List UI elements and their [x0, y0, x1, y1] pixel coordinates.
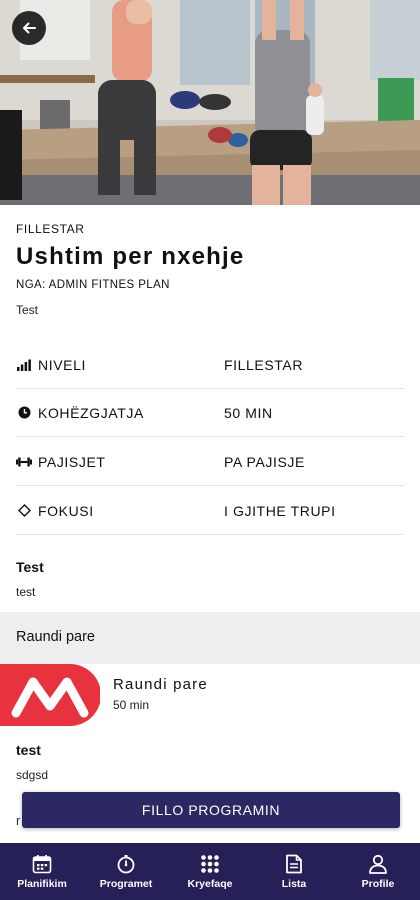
stopwatch-icon — [115, 853, 137, 875]
arrow-left-icon — [23, 22, 36, 34]
tab-planifikim[interactable]: Planifikim — [0, 843, 84, 900]
page-title: Ushtim per nxehje — [16, 243, 245, 270]
extra-section-text: sdgsd — [16, 768, 49, 782]
extra-section-title: test — [16, 742, 41, 758]
detail-row-equipment: PAJISJET PA PAJISJE — [16, 438, 404, 486]
tab-label: Profile — [361, 878, 395, 890]
notes-title: Test — [16, 559, 44, 575]
diamond-icon — [16, 504, 32, 518]
document-icon — [283, 853, 305, 875]
round-card[interactable]: Raundi pare 50 min — [0, 664, 420, 726]
user-icon — [367, 853, 389, 875]
detail-row-duration: KOHËZGJATJA 50 MIN — [16, 389, 404, 437]
author-label: NGA: ADMIN FITNES PLAN — [16, 279, 170, 291]
tab-profile[interactable]: Profile — [336, 843, 420, 900]
workout-description: Test — [16, 303, 39, 317]
next-section-peek: r — [16, 813, 21, 828]
detail-label: FOKUSI — [38, 502, 94, 519]
notes-text: test — [16, 585, 36, 599]
detail-value: PA PAJISJE — [224, 453, 305, 470]
level-tag: FILLESTAR — [16, 222, 85, 236]
grid-icon — [199, 853, 221, 875]
tab-label: Programet — [99, 878, 153, 890]
detail-label: NIVELI — [38, 356, 86, 373]
bottom-tab-bar: Planifikim Programet Kryefaqe Lista Prof… — [0, 843, 420, 900]
detail-value: 50 MIN — [224, 404, 273, 421]
tab-lista[interactable]: Lista — [252, 843, 336, 900]
round-section-title: Raundi pare — [16, 629, 95, 645]
gym-photo-illustration — [0, 0, 420, 205]
detail-row-level: NIVELI FILLESTAR — [16, 341, 404, 389]
calendar-icon — [31, 853, 53, 875]
back-button[interactable] — [12, 11, 46, 45]
round-logo-icon — [0, 664, 100, 726]
detail-row-focus: FOKUSI I GJITHE TRUPI — [16, 487, 404, 535]
signal-bars-icon — [16, 358, 32, 372]
clock-icon — [16, 406, 32, 420]
detail-label: PAJISJET — [38, 453, 106, 470]
start-program-button[interactable]: FILLO PROGRAMIN — [22, 792, 400, 828]
round-section-header: Raundi pare — [0, 612, 420, 664]
hero-image — [0, 0, 420, 205]
dumbbell-icon — [16, 455, 32, 469]
detail-value: FILLESTAR — [224, 356, 304, 373]
tab-programet[interactable]: Programet — [84, 843, 168, 900]
tab-label: Lista — [281, 878, 307, 890]
round-name: Raundi pare — [113, 676, 208, 693]
detail-value: I GJITHE TRUPI — [224, 502, 336, 519]
tab-label: Planifikim — [17, 878, 67, 890]
detail-label: KOHËZGJATJA — [38, 404, 144, 421]
tab-label: Kryefaqe — [187, 878, 233, 890]
round-duration: 50 min — [113, 698, 150, 712]
tab-kryefaqe[interactable]: Kryefaqe — [168, 843, 252, 900]
